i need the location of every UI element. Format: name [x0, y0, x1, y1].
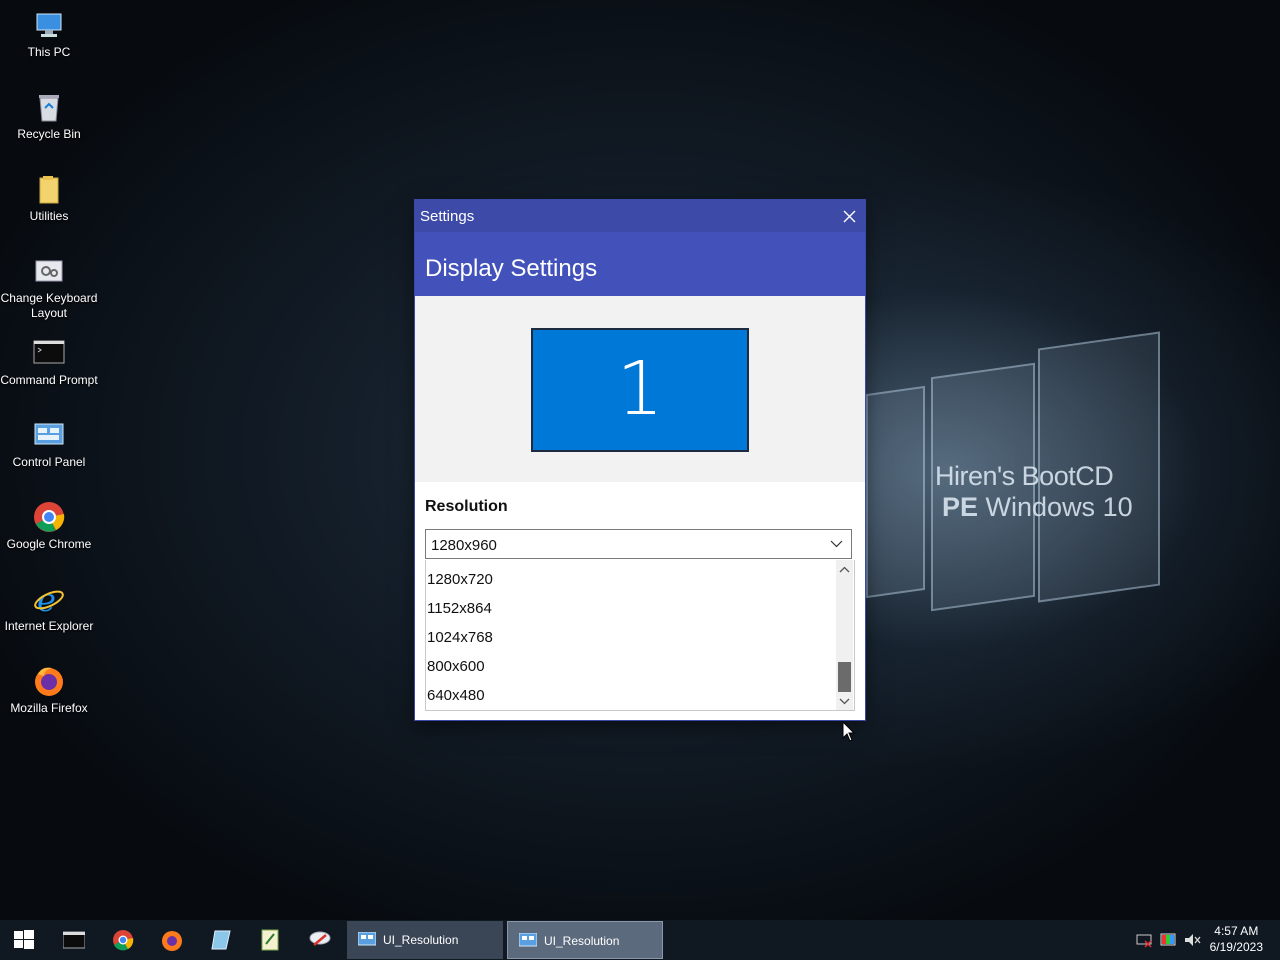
settings-window: Settings Display Settings 1 Resolution 1… [415, 200, 865, 720]
taskbar-clock[interactable]: 4:57 AM 6/19/2023 [1210, 923, 1263, 955]
desktop-icon-command-prompt[interactable]: Command Prompt [0, 332, 98, 388]
desktop-icon-control-panel[interactable]: Control Panel [0, 414, 98, 470]
close-button[interactable] [835, 200, 865, 232]
desktop-icon-utilities[interactable]: Utilities [0, 168, 98, 224]
snipping-tool-icon [309, 931, 331, 946]
monitor-tile[interactable]: 1 [531, 328, 749, 452]
desktop-icon-google-chrome[interactable]: Google Chrome [0, 496, 98, 552]
resolution-option[interactable]: 1152x864 [427, 594, 837, 623]
task-label: UI_Resolution [383, 933, 459, 947]
taskbar-firefox[interactable] [148, 920, 196, 960]
desktop-icon-label: Recycle Bin [17, 127, 81, 141]
desktop-icon-label: Internet Explorer [4, 619, 94, 633]
command-prompt-icon [32, 336, 66, 370]
taskbar-task-ui-resolution-active[interactable]: UI_Resolution [507, 921, 663, 959]
display-color-icon[interactable] [1160, 932, 1176, 948]
firefox-icon [32, 664, 66, 698]
mouse-cursor-icon [842, 721, 856, 742]
watermark-title: Hiren's BootCD [935, 461, 1114, 491]
resolution-option[interactable]: 640x480 [427, 681, 837, 710]
resolution-dropdown-list: 1280x720 1152x864 1024x768 800x600 640x4… [425, 560, 855, 711]
resolution-option[interactable]: 1024x768 [427, 623, 837, 652]
chevron-down-icon [839, 698, 850, 705]
desktop-icon-label: This PC [27, 45, 71, 59]
internet-explorer-icon: e [32, 581, 66, 619]
desktop-icon-label: Google Chrome [6, 537, 92, 551]
dropdown-scrollbar[interactable] [836, 560, 853, 710]
keyboard-settings-icon [32, 254, 66, 288]
windows-start-icon [14, 930, 34, 949]
chevron-up-icon [839, 566, 850, 573]
editor-icon [261, 929, 279, 951]
display-settings-icon [358, 932, 376, 946]
desktop-icon-label: Control Panel [12, 455, 86, 469]
scrollbar-thumb[interactable] [838, 662, 851, 692]
chevron-down-icon [830, 540, 843, 548]
scroll-down-button[interactable] [836, 693, 853, 710]
close-icon [843, 210, 856, 223]
taskbar-snipping-tool[interactable] [296, 920, 344, 960]
chrome-icon [113, 930, 134, 951]
scroll-up-button[interactable] [836, 562, 853, 579]
taskbar: UI_Resolution UI_Resolution 4:57 AM 6/19… [0, 920, 1280, 960]
chrome-icon [32, 500, 66, 534]
page-header: Display Settings [415, 232, 865, 296]
taskbar-notepad[interactable] [197, 920, 245, 960]
this-pc-icon [32, 8, 66, 42]
network-icon[interactable] [1136, 932, 1152, 948]
desktop-icon-label: Mozilla Firefox [10, 701, 88, 715]
resolution-label: Resolution [425, 498, 508, 515]
desktop-icon-label: Change Keyboard Layout [0, 291, 98, 320]
firefox-icon [162, 931, 182, 951]
notepad-icon [211, 930, 231, 950]
control-panel-icon [32, 418, 66, 452]
taskbar-task-ui-resolution[interactable]: UI_Resolution [347, 921, 503, 959]
desktop-icon-this-pc[interactable]: This PC [0, 4, 98, 60]
resolution-option[interactable]: 1280x720 [427, 565, 837, 594]
start-button[interactable] [0, 920, 48, 960]
title-bar[interactable]: Settings [415, 200, 865, 232]
clock-time: 4:57 AM [1214, 924, 1259, 938]
display-settings-icon [519, 933, 537, 947]
resolution-option[interactable]: 800x600 [427, 652, 837, 681]
desktop-icon-recycle-bin[interactable]: Recycle Bin [0, 86, 98, 142]
taskbar-editor[interactable] [246, 920, 294, 960]
watermark-subtitle: PE Windows 10 [942, 492, 1133, 522]
task-label: UI_Resolution [544, 934, 620, 948]
clock-date: 6/19/2023 [1209, 940, 1263, 954]
folder-icon [32, 172, 66, 206]
recycle-bin-icon [32, 90, 66, 124]
taskbar-command-prompt[interactable] [50, 920, 98, 960]
page-title: Display Settings [425, 255, 598, 282]
resolution-select[interactable]: 1280x960 [425, 529, 852, 559]
volume-muted-icon[interactable] [1184, 932, 1202, 948]
window-title: Settings [420, 208, 475, 225]
taskbar-chrome[interactable] [99, 920, 147, 960]
desktop-icon-internet-explorer[interactable]: e Internet Explorer [0, 578, 98, 634]
desktop-icon-label: Utilities [29, 209, 69, 223]
desktop-icon-mozilla-firefox[interactable]: Mozilla Firefox [0, 660, 98, 716]
resolution-selected-value: 1280x960 [431, 537, 497, 554]
desktop-icon-change-keyboard-layout[interactable]: Change Keyboard Layout [0, 250, 98, 321]
command-prompt-icon [63, 931, 85, 949]
monitor-preview-area: 1 [415, 296, 865, 482]
desktop-icon-label: Command Prompt [0, 373, 98, 387]
